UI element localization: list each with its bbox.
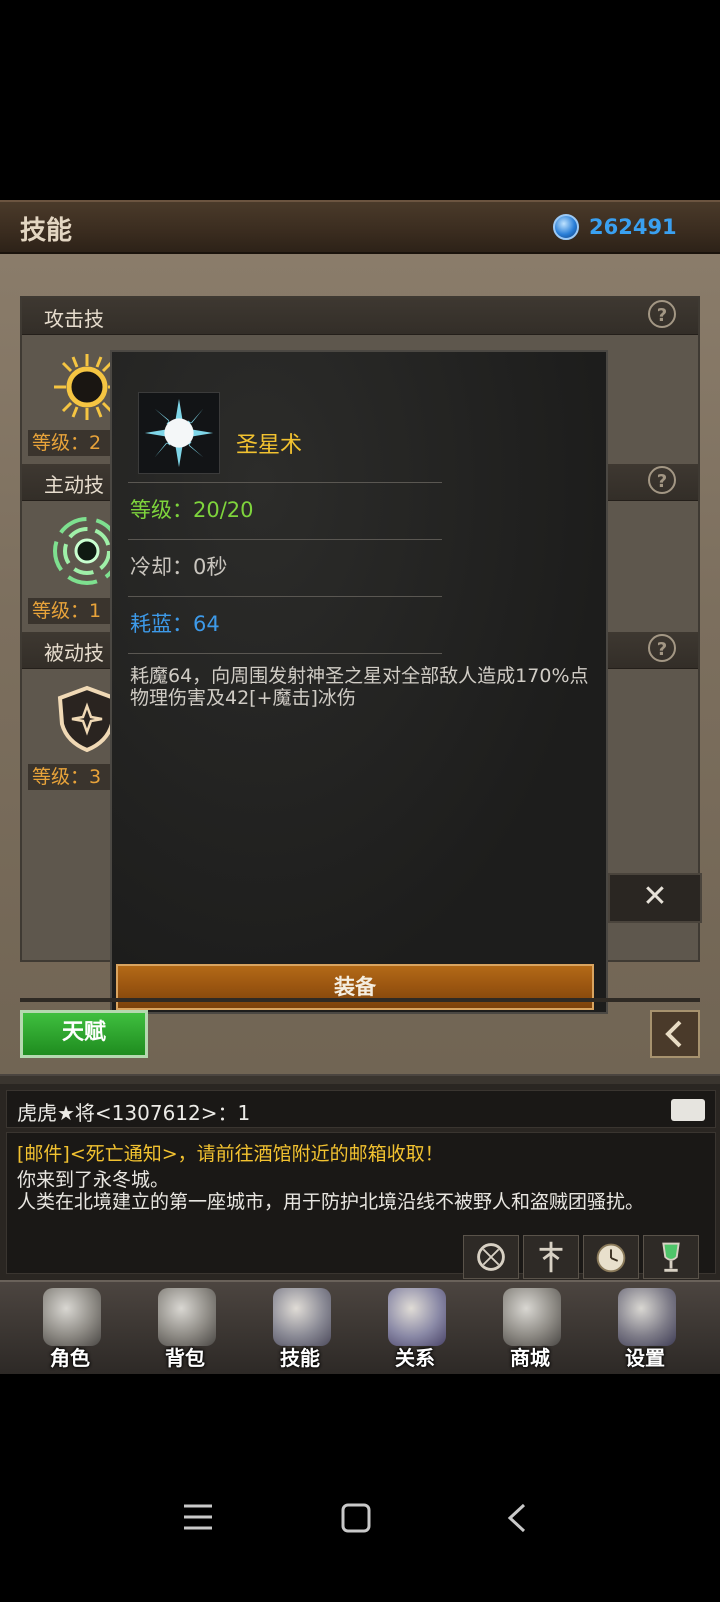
gem-icon xyxy=(553,214,579,240)
gem-count: 262491 xyxy=(589,215,677,239)
home-icon[interactable] xyxy=(340,1502,372,1534)
nav-relations[interactable]: 关系 xyxy=(360,1282,470,1374)
chat-divider xyxy=(0,1076,720,1084)
nav-shop[interactable]: 商城 xyxy=(475,1282,585,1374)
chevron-left-icon xyxy=(665,1020,682,1048)
chat-input-line[interactable]: 虎虎★将<1307612>：1 xyxy=(6,1090,716,1128)
divider xyxy=(128,482,442,483)
nav-skills[interactable]: 技能 xyxy=(245,1282,355,1374)
divider xyxy=(128,539,442,540)
section-title: 攻击技 xyxy=(44,307,104,331)
book-icon xyxy=(273,1288,331,1346)
compass-icon[interactable] xyxy=(463,1235,519,1279)
help-icon[interactable]: ? xyxy=(648,300,676,328)
nav-character[interactable]: 角色 xyxy=(15,1282,125,1374)
nav-label: 背包 xyxy=(165,1346,205,1370)
nav-label: 角色 xyxy=(50,1346,90,1370)
chat-user-line: 虎虎★将<1307612>：1 xyxy=(17,1101,251,1125)
skill-level: 等级：2 xyxy=(28,430,122,456)
nav-settings[interactable]: 设置 xyxy=(590,1282,700,1374)
skill-name: 圣星术 xyxy=(236,433,303,458)
page-title: 技能 xyxy=(20,216,73,246)
close-button[interactable]: ✕ xyxy=(608,873,702,923)
chat-panel: 虎虎★将<1307612>：1 [邮件]<死亡通知>，请前往酒馆附近的邮箱收取！… xyxy=(0,1074,720,1282)
star-burst-icon xyxy=(144,398,214,468)
nav-label: 技能 xyxy=(280,1346,320,1370)
equip-button[interactable]: 装备 xyxy=(116,964,594,1010)
totem-icon[interactable] xyxy=(523,1235,579,1279)
helmet-icon xyxy=(43,1288,101,1346)
bottom-nav: 角色 背包 技能 关系 商城 设置 xyxy=(0,1280,720,1374)
recents-icon[interactable] xyxy=(182,1502,214,1532)
game-screen: 技能 262491 攻击技 ? 等级：2 主动技 ? 等级：1 被动技 ? 等级… xyxy=(0,200,720,1402)
skill-description: 耗魔64，向周围发射神圣之星对全部敌人造成170%点物理伤害及42[+魔击]冰伤 xyxy=(130,665,589,709)
chat-log: [邮件]<死亡通知>，请前往酒馆附近的邮箱收取！ 你来到了永冬城。 人类在北境建… xyxy=(6,1132,716,1279)
skill-icon-frame xyxy=(138,392,220,474)
mail-notice[interactable]: [邮件]<死亡通知>，请前往酒馆附近的邮箱收取！ xyxy=(17,1139,444,1166)
skill-level: 等级：1 xyxy=(28,598,122,624)
skill-level-stat: 等级：20/20 xyxy=(130,498,254,522)
chat-message: 你来到了永冬城。 人类在北境建立的第一座城市，用于防护北境沿线不被野人和盗贼团骚… xyxy=(17,1169,645,1213)
bag-icon xyxy=(158,1288,216,1346)
title-bar: 技能 262491 xyxy=(0,200,720,254)
system-nav-bar xyxy=(0,1470,720,1570)
skills-panel: 攻击技 ? 等级：2 主动技 ? 等级：1 被动技 ? 等级：3 ✕ 圣星术 等… xyxy=(0,254,720,1154)
clock-icon[interactable] xyxy=(583,1235,639,1279)
section-title: 被动技 xyxy=(44,641,104,665)
nav-label: 关系 xyxy=(395,1346,435,1370)
talent-button[interactable]: 天赋 xyxy=(20,1010,148,1058)
gear-icon xyxy=(618,1288,676,1346)
trophy-icon[interactable] xyxy=(643,1235,699,1279)
section-title: 主动技 xyxy=(44,473,104,497)
nav-label: 商城 xyxy=(510,1346,550,1370)
keyboard-icon[interactable] xyxy=(671,1099,705,1121)
divider xyxy=(20,998,700,1002)
nav-label: 设置 xyxy=(625,1346,665,1370)
skill-level: 等级：3 xyxy=(28,764,122,790)
gauntlets-icon xyxy=(388,1288,446,1346)
help-icon[interactable]: ? xyxy=(648,634,676,662)
back-icon[interactable] xyxy=(504,1502,530,1534)
chest-icon xyxy=(503,1288,561,1346)
help-icon[interactable]: ? xyxy=(648,466,676,494)
nav-bag[interactable]: 背包 xyxy=(130,1282,240,1374)
back-button[interactable] xyxy=(650,1010,700,1058)
section-attack: 攻击技 ? xyxy=(22,298,698,335)
cooldown-stat: 冷却：0秒 xyxy=(130,555,228,579)
divider xyxy=(128,653,442,654)
skill-detail-popup: 圣星术 等级：20/20 冷却：0秒 耗蓝：64 耗魔64，向周围发射神圣之星对… xyxy=(110,350,608,1014)
divider xyxy=(128,596,442,597)
mana-cost-stat: 耗蓝：64 xyxy=(130,612,220,636)
